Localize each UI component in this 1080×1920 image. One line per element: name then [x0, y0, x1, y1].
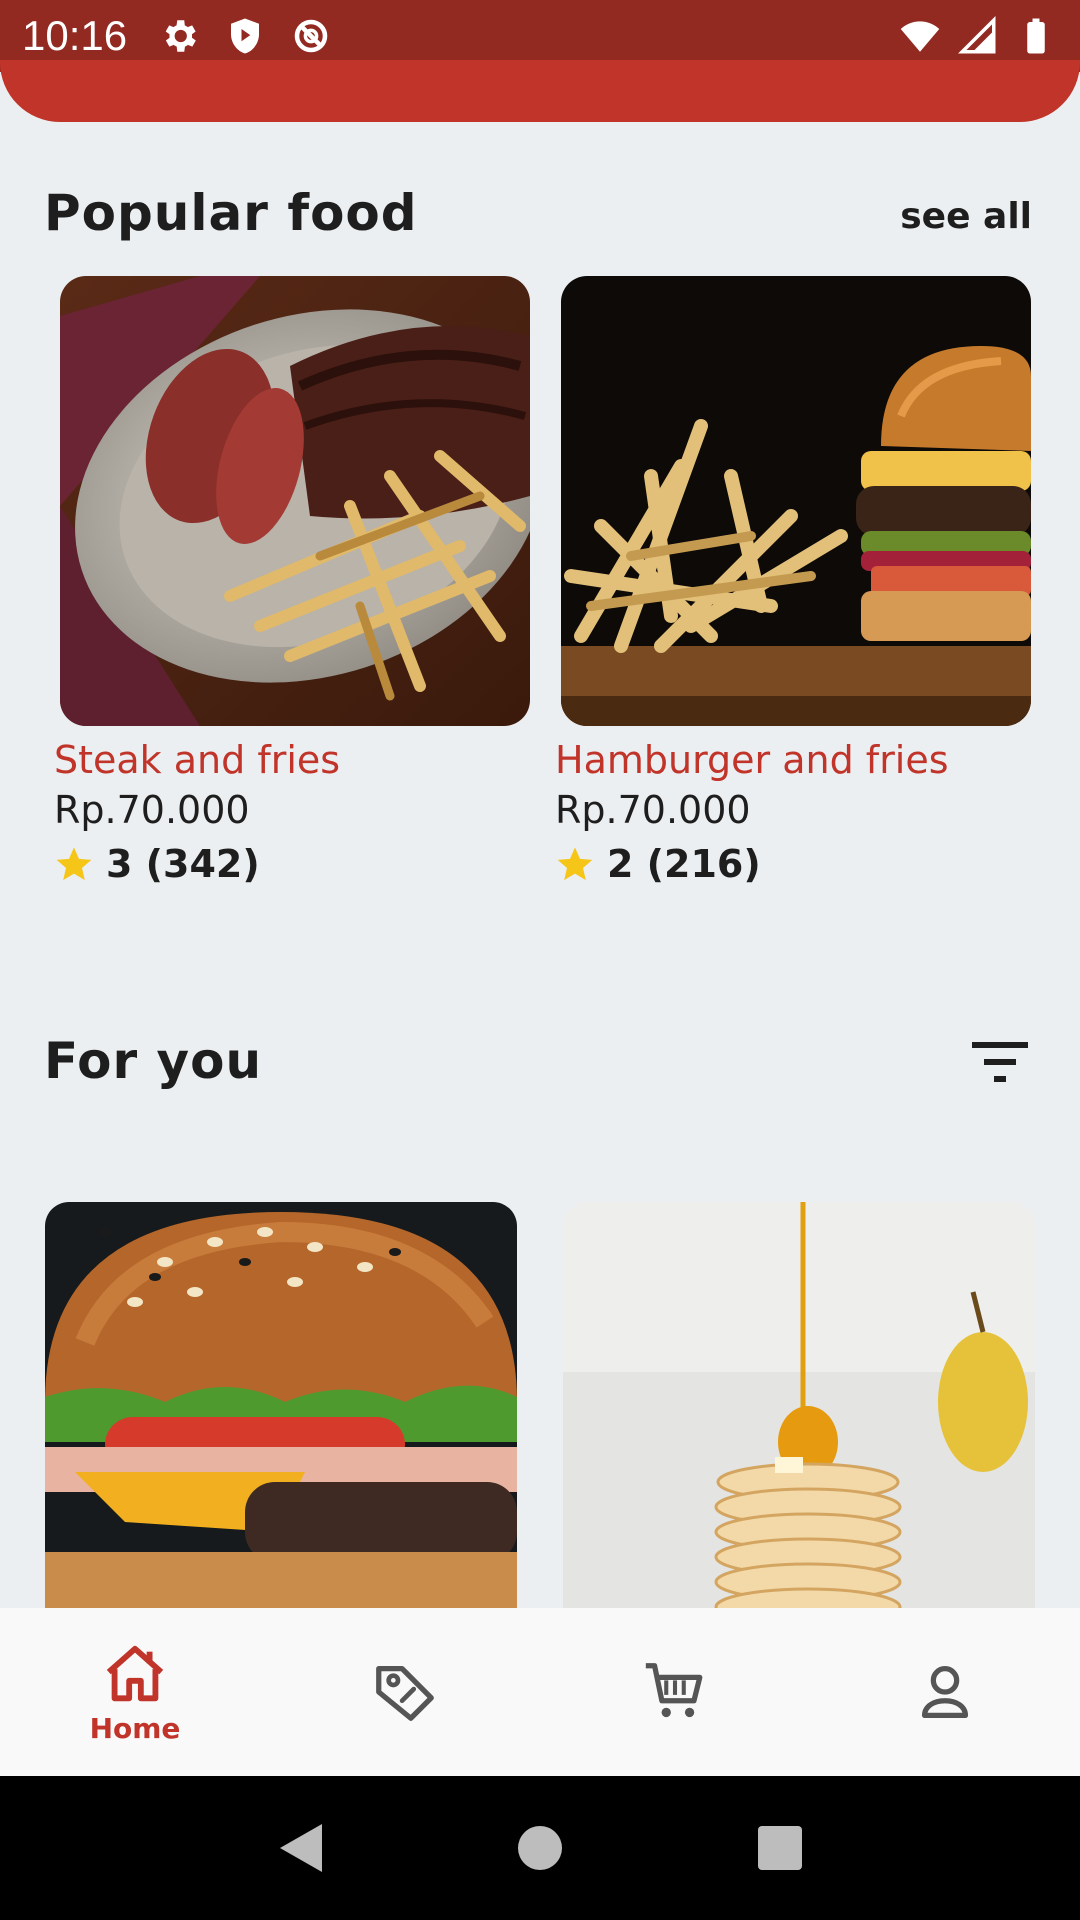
home-circle-icon [518, 1826, 562, 1870]
home-button[interactable] [510, 1818, 570, 1878]
cart-icon [645, 1663, 703, 1718]
shield-play-icon [223, 14, 267, 58]
popular-food-title: Popular food [44, 184, 418, 242]
gear-icon [157, 14, 201, 58]
burger-image [45, 1202, 517, 1622]
food-rating: 3 (342) [54, 842, 530, 886]
food-price: Rp.70.000 [54, 788, 250, 832]
signal-icon [956, 14, 1000, 58]
food-rating: 2 (216) [555, 842, 1031, 886]
back-button[interactable] [270, 1818, 330, 1878]
steak-image [60, 276, 530, 726]
system-navigation-bar [0, 1776, 1080, 1920]
battery-icon [1014, 14, 1058, 58]
rating-text: 2 (216) [607, 842, 761, 886]
nav-cart[interactable] [540, 1657, 810, 1727]
see-all-link[interactable]: see all [900, 196, 1032, 237]
header-banner [0, 60, 1080, 122]
hamburger-fries-image [561, 276, 1031, 726]
bottom-navigation: Home [0, 1608, 1080, 1776]
for-you-title: For you [44, 1032, 263, 1090]
popular-item-hamburger[interactable]: Hamburger and fries Rp.70.000 2 (216) [555, 276, 1031, 886]
recents-button[interactable] [750, 1818, 810, 1878]
star-icon [56, 847, 92, 881]
food-name: Steak and fries [54, 738, 341, 782]
rating-text: 3 (342) [106, 842, 260, 886]
back-icon [280, 1824, 322, 1872]
wifi-icon [898, 14, 942, 58]
profile-icon [921, 1666, 969, 1718]
popular-item-steak[interactable]: Steak and fries Rp.70.000 3 (342) [54, 276, 530, 886]
pancakes-image [563, 1202, 1035, 1622]
home-icon [106, 1645, 164, 1701]
food-price: Rp.70.000 [555, 788, 751, 832]
nav-promotions[interactable] [270, 1657, 540, 1727]
recents-icon [758, 1826, 802, 1870]
for-you-item-pancakes[interactable] [563, 1202, 1035, 1622]
nav-home-label: Home [89, 1711, 181, 1745]
nav-profile[interactable] [810, 1657, 1080, 1727]
food-name: Hamburger and fries [555, 738, 949, 782]
filter-icon[interactable] [972, 1040, 1028, 1084]
status-time: 10:16 [22, 12, 128, 59]
star-icon [557, 847, 593, 881]
no-sync-icon [289, 14, 333, 58]
tag-icon [376, 1666, 434, 1721]
for-you-item-burger[interactable] [45, 1202, 517, 1622]
nav-home[interactable]: Home [0, 1640, 270, 1745]
